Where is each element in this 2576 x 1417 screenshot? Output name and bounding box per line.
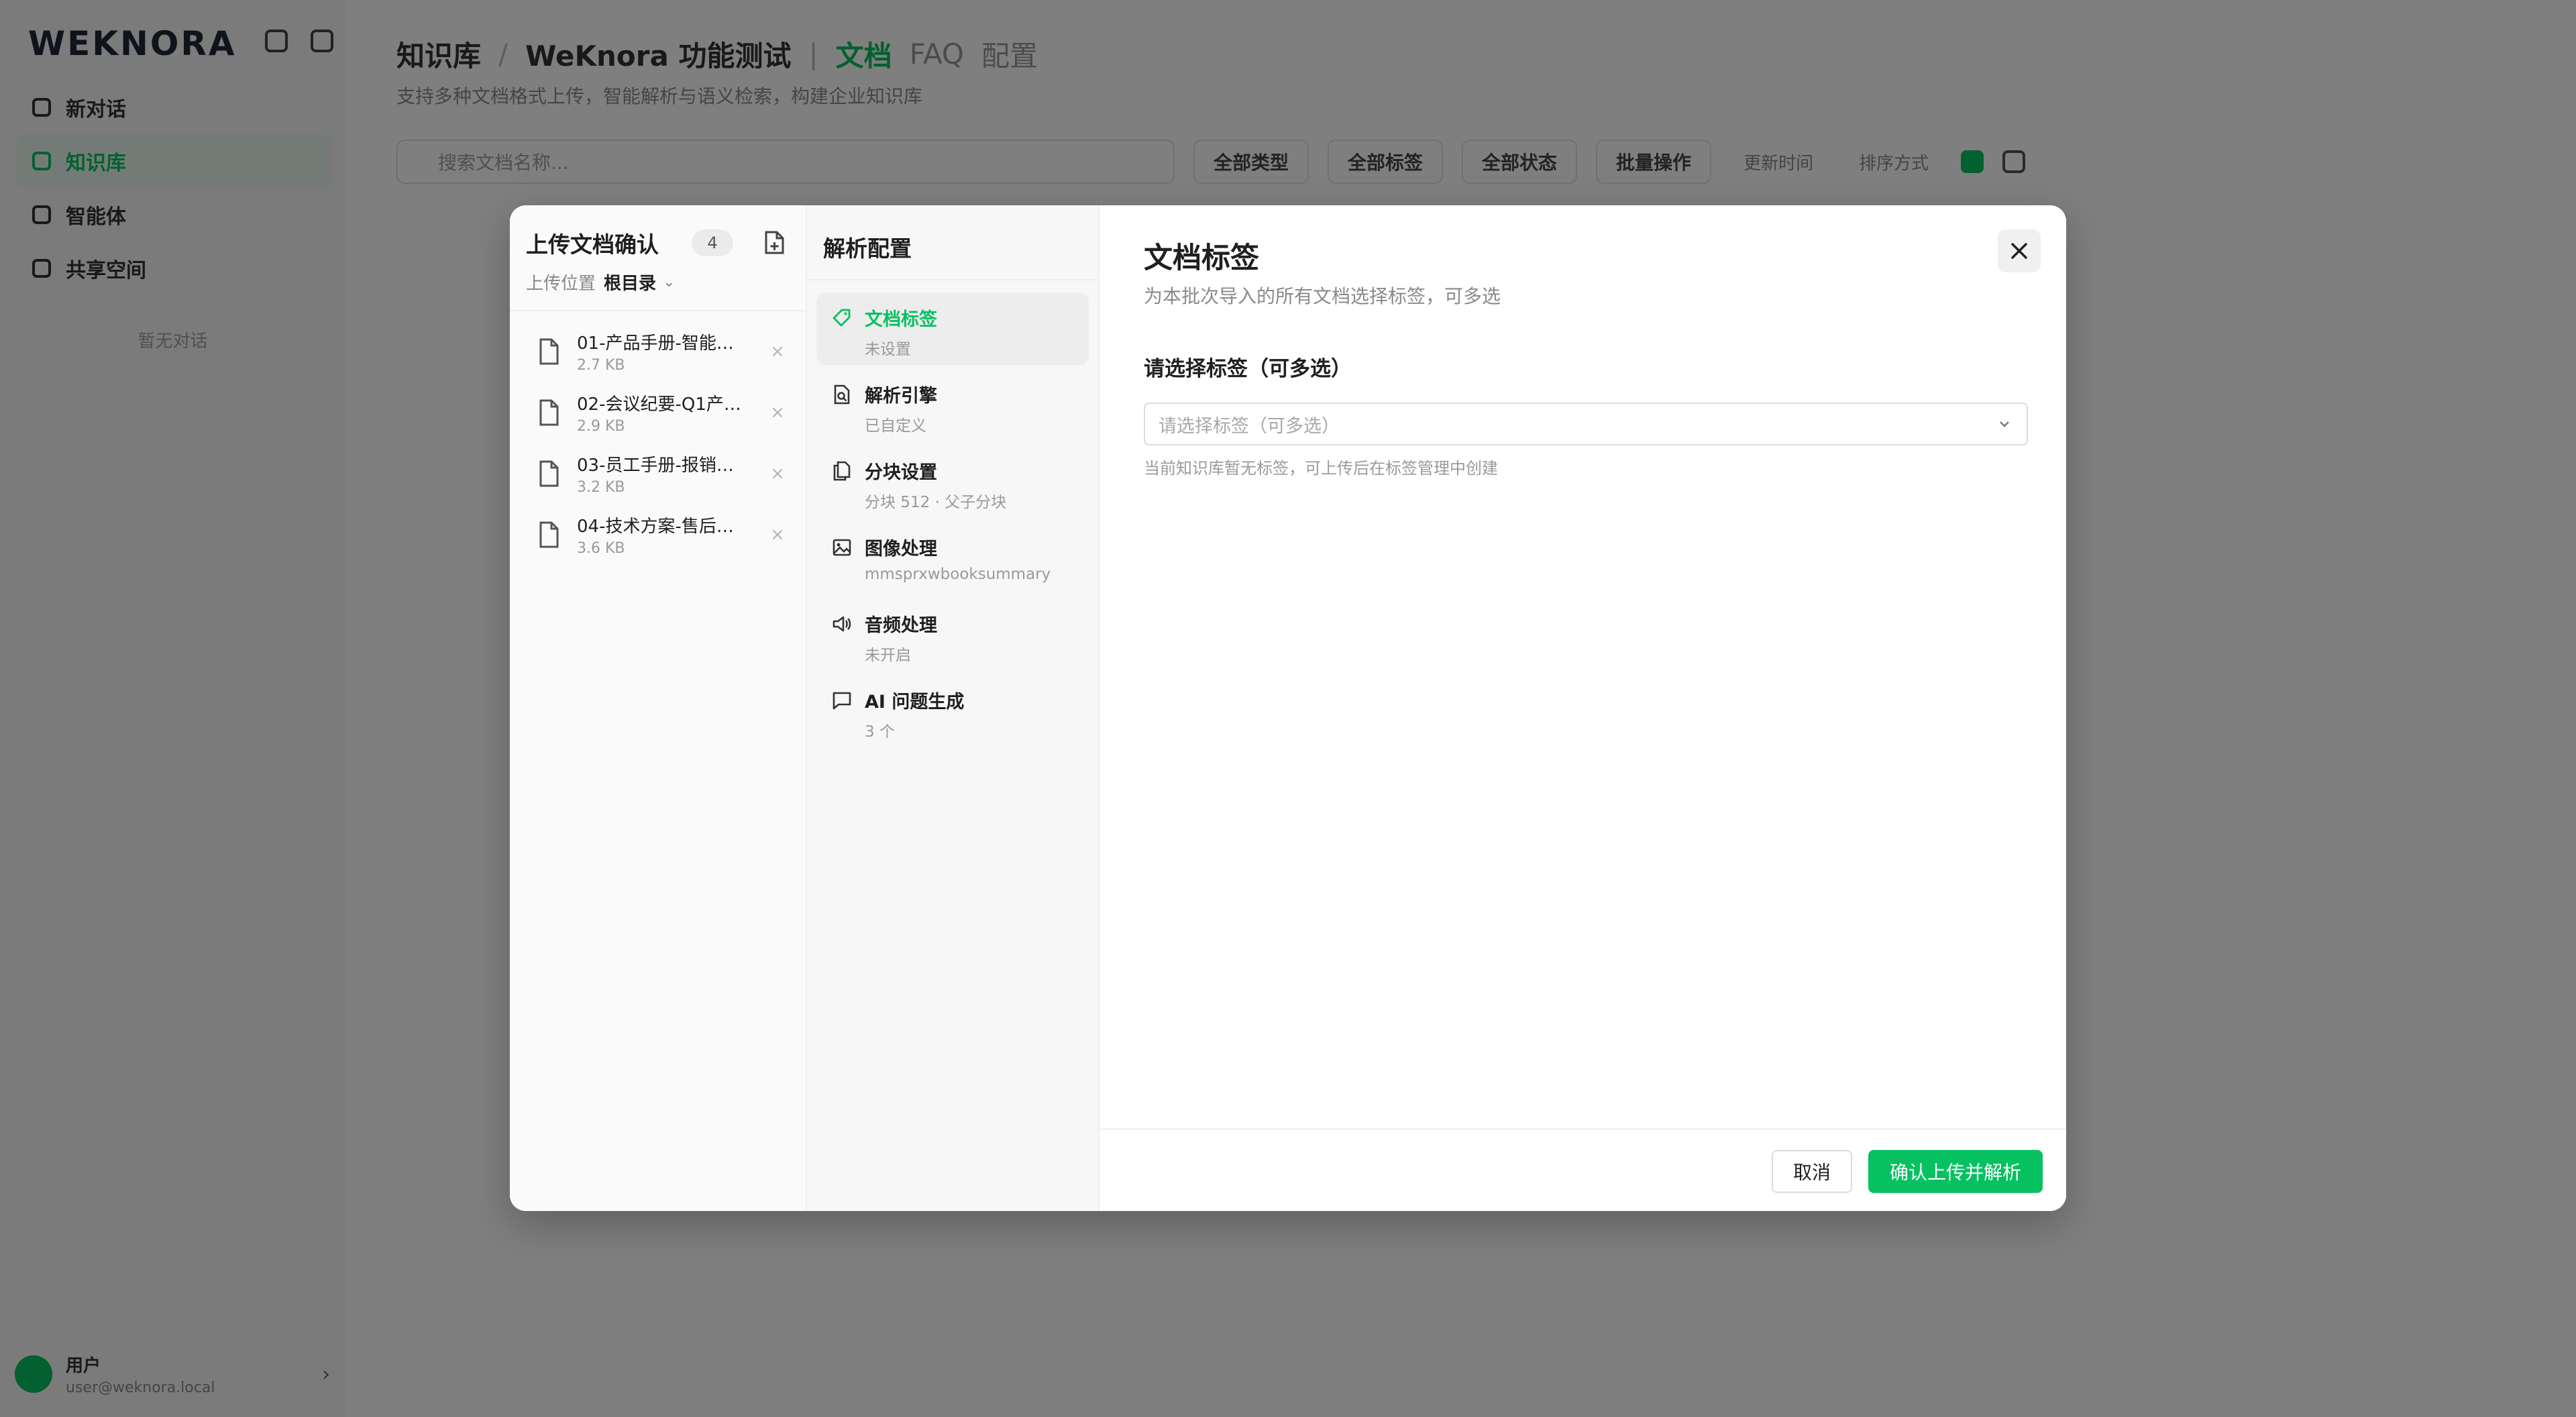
tag-icon (833, 309, 851, 327)
config-item-label: AI 问题生成 (865, 692, 965, 713)
upload-location[interactable]: 上传位置 根目录 ⌄ (526, 270, 675, 295)
detail-title: 文档标签 (1144, 242, 1259, 275)
tag-select-placeholder: 请选择标签（可多选） (1159, 415, 1340, 437)
file-name: 03-员工手册-报销与... (577, 455, 745, 476)
config-title: 解析配置 (823, 235, 912, 262)
chat-icon (833, 692, 851, 710)
upload-location-value: 根目录 (604, 274, 657, 294)
config-item-document-tags[interactable]: 文档标签 未设置 (816, 293, 1089, 365)
config-item-value: mmsprxwbooksummary (865, 566, 1051, 583)
config-item-parse-engine[interactable]: 解析引擎 已自定义 (816, 369, 1089, 441)
file-item[interactable]: 01-产品手册-智能家... 2.7 KB × (525, 321, 791, 382)
document-icon (539, 460, 559, 486)
chevron-down-icon (2000, 421, 2009, 427)
file-name: 01-产品手册-智能家... (577, 333, 745, 354)
file-size: 2.7 KB (577, 356, 625, 374)
config-item-image-processing[interactable]: 图像处理 mmsprxwbooksummary (816, 522, 1089, 594)
divider (807, 279, 1098, 280)
add-file-icon[interactable] (760, 228, 790, 258)
config-item-value: 已自定义 (865, 417, 926, 435)
config-item-label: 解析引擎 (865, 386, 937, 407)
close-icon (2011, 243, 2027, 259)
tag-select[interactable]: 请选择标签（可多选） (1144, 403, 2028, 445)
image-icon (833, 539, 851, 556)
file-size: 3.6 KB (577, 539, 625, 557)
cancel-button[interactable]: 取消 (1772, 1150, 1852, 1193)
files-count-badge: 4 (692, 229, 733, 256)
detail-subtitle: 为本批次导入的所有文档选择标签，可多选 (1144, 285, 1501, 307)
upload-confirm-dialog: 上传文档确认 4 上传位置 根目录 ⌄ 01-产品手册-智能家... 2.7 K… (510, 205, 2066, 1211)
remove-file-icon[interactable]: × (764, 342, 791, 362)
config-item-value: 3 个 (865, 723, 895, 741)
file-item[interactable]: 03-员工手册-报销与... 3.2 KB × (525, 443, 791, 504)
config-item-ai-question-generation[interactable]: AI 问题生成 3 个 (816, 675, 1089, 747)
chevron-down-icon: ⌄ (663, 274, 676, 291)
config-item-value: 未开启 (865, 647, 911, 664)
document-icon (539, 399, 559, 425)
files-header: 上传文档确认 4 (526, 223, 790, 263)
close-button[interactable] (1998, 229, 2041, 272)
speaker-icon (833, 616, 851, 632)
copy-icon (833, 461, 851, 481)
config-item-label: 图像处理 (865, 539, 937, 560)
remove-file-icon[interactable]: × (764, 403, 791, 423)
upload-location-label: 上传位置 (526, 274, 596, 294)
divider (510, 310, 806, 311)
remove-file-icon[interactable]: × (764, 464, 791, 484)
config-item-label: 分块设置 (865, 462, 937, 483)
document-icon (539, 338, 559, 364)
confirm-upload-button[interactable]: 确认上传并解析 (1868, 1150, 2043, 1193)
upload-file-panel: 上传文档确认 4 上传位置 根目录 ⌄ 01-产品手册-智能家... 2.7 K… (510, 205, 807, 1211)
config-item-audio-processing[interactable]: 音频处理 未开启 (816, 598, 1089, 671)
file-name: 04-技术方案-售后知... (577, 516, 745, 537)
config-item-chunk-settings[interactable]: 分块设置 分块 512 · 父子分块 (816, 445, 1089, 518)
file-name: 02-会议纪要-Q1产品... (577, 394, 745, 415)
document-icon (539, 521, 559, 547)
config-item-value: 未设置 (865, 341, 911, 358)
config-item-value: 分块 512 · 父子分块 (865, 494, 1007, 511)
file-list: 01-产品手册-智能家... 2.7 KB × 02-会议纪要-Q1产品... … (525, 321, 791, 565)
divider (1099, 1129, 2066, 1130)
config-detail-panel: 文档标签 为本批次导入的所有文档选择标签，可多选 请选择标签（可多选） 请选择标… (1099, 205, 2066, 1211)
remove-file-icon[interactable]: × (764, 525, 791, 545)
files-title: 上传文档确认 (526, 231, 659, 258)
file-size: 3.2 KB (577, 478, 625, 496)
file-size: 2.9 KB (577, 417, 625, 435)
file-item[interactable]: 04-技术方案-售后知... 3.6 KB × (525, 504, 791, 565)
tag-hint: 当前知识库暂无标签，可上传后在标签管理中创建 (1144, 459, 1498, 478)
document-search-icon (834, 384, 850, 405)
config-list: 文档标签 未设置 解析引擎 已自定义 分块设置 分块 512 · 父子分块 图像… (816, 293, 1089, 751)
config-item-label: 文档标签 (865, 309, 937, 330)
file-item[interactable]: 02-会议纪要-Q1产品... 2.9 KB × (525, 382, 791, 443)
tag-field-label: 请选择标签（可多选） (1144, 357, 1352, 381)
config-item-label: 音频处理 (865, 615, 937, 636)
parse-config-panel: 解析配置 文档标签 未设置 解析引擎 已自定义 分块设置 分块 512 · 父子… (807, 205, 1099, 1211)
